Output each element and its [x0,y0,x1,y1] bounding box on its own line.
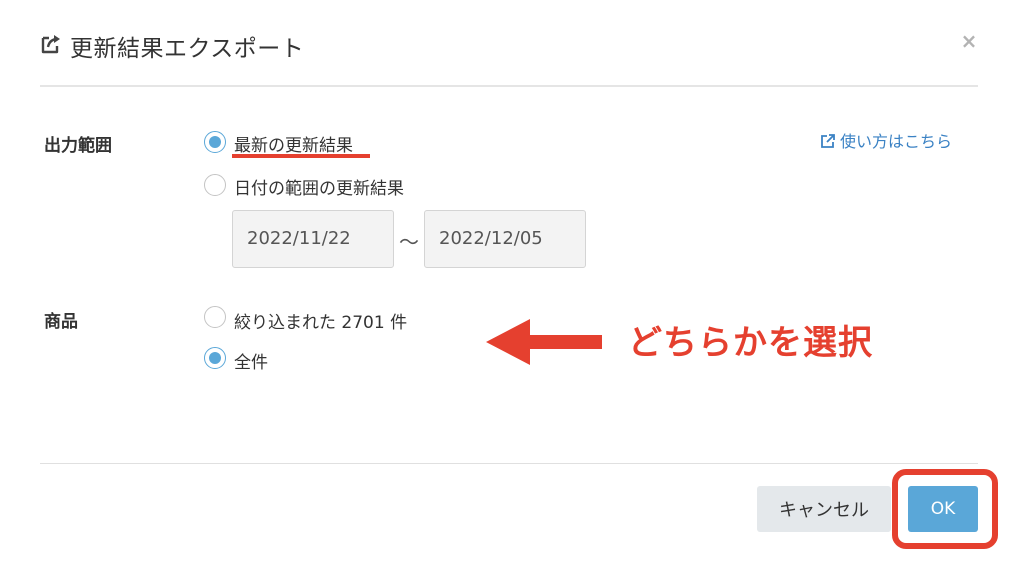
help-link-label: 使い方はこちら [840,132,953,151]
annotation-arrow-icon [486,319,602,365]
radio-all-products[interactable] [204,347,226,369]
highlight-underline [232,154,370,158]
radio-all-products-label[interactable]: 全件 [234,348,268,373]
header-divider [40,85,978,87]
output-range-label: 出力範囲 [44,136,112,156]
radio-filtered-products-label[interactable]: 絞り込まれた 2701 件 [234,308,407,333]
annotation-text: どちらかを選択 [628,323,873,363]
radio-latest-results-label[interactable]: 最新の更新結果 [234,131,353,156]
footer-divider [40,463,978,464]
external-link-icon [821,134,835,148]
close-button[interactable]: × [960,31,978,51]
date-to-input[interactable]: 2022/12/05 [424,210,586,268]
cancel-button[interactable]: キャンセル [757,486,891,532]
date-from-input[interactable]: 2022/11/22 [232,210,394,268]
dialog-title: 更新結果エクスポート [70,36,305,62]
export-icon [40,32,64,56]
help-link[interactable]: 使い方はこちら [820,128,952,152]
radio-filtered-products[interactable] [204,306,226,328]
products-label: 商品 [44,312,78,332]
radio-date-range-results[interactable] [204,174,226,196]
dialog-header: 更新結果エクスポート × [40,22,978,86]
radio-date-range-results-label[interactable]: 日付の範囲の更新結果 [234,174,404,199]
date-range-separator: 〜 [399,230,419,254]
ok-button[interactable]: OK [908,486,978,532]
radio-latest-results[interactable] [204,131,226,153]
